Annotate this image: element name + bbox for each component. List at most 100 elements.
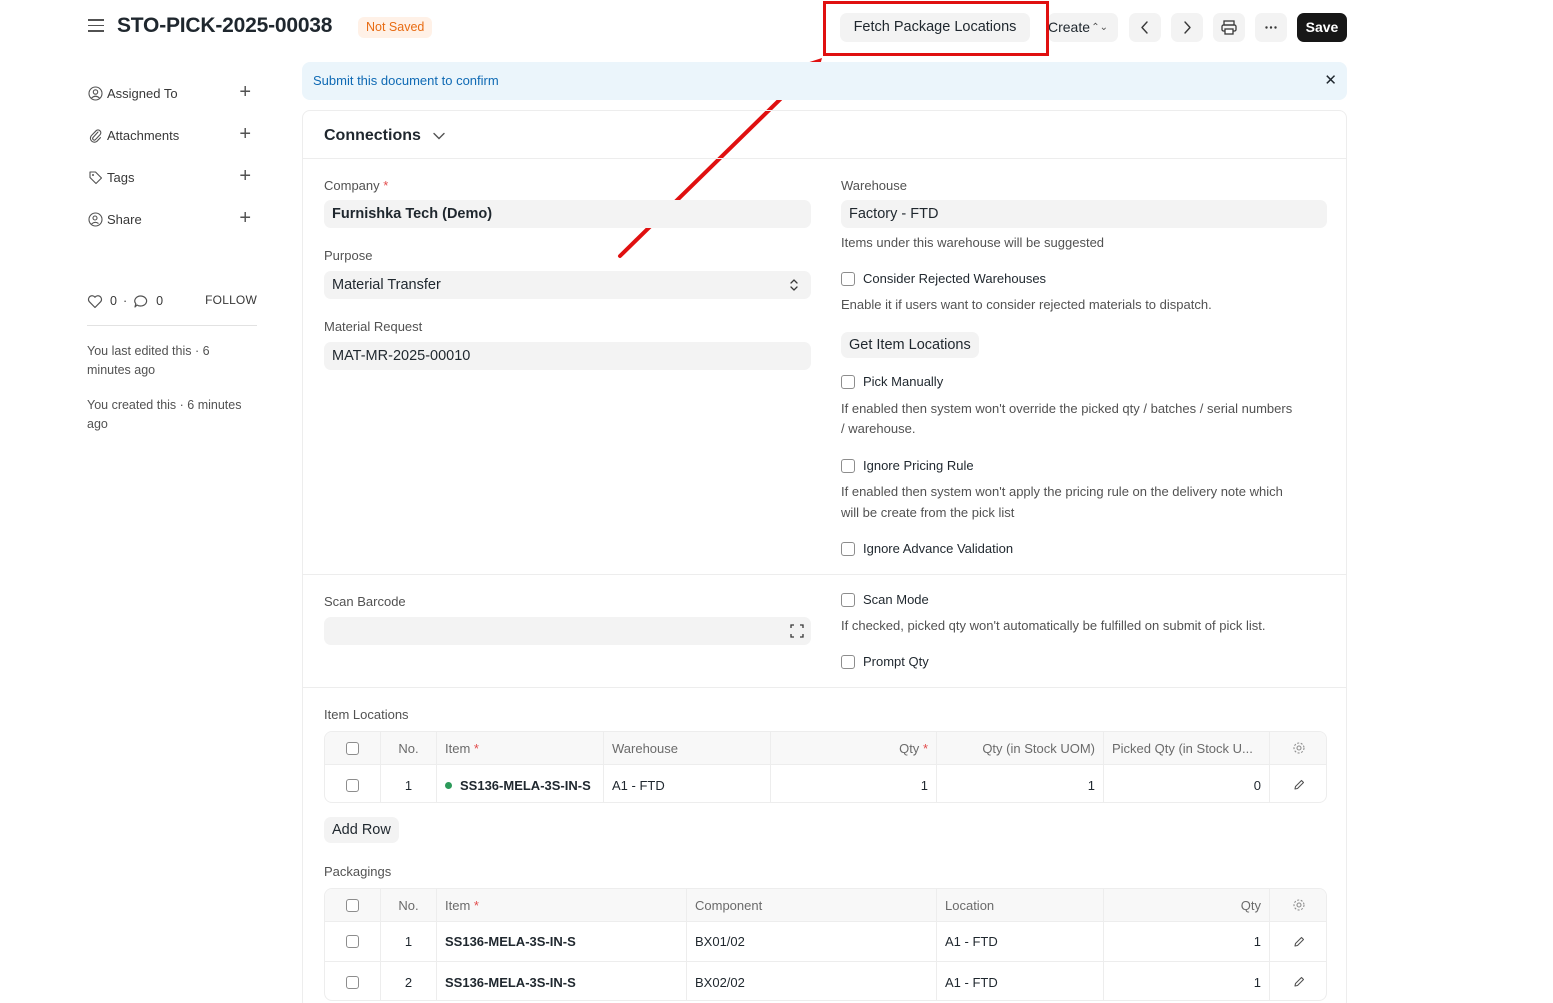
plus-icon[interactable]: + (239, 208, 251, 228)
share-icon (87, 211, 103, 227)
pick-manually-description-line-2: / warehouse. (841, 421, 916, 436)
row-qty[interactable]: 1 (771, 765, 937, 802)
paperclip-icon (87, 127, 103, 143)
row-select-cell[interactable] (325, 962, 381, 1000)
row-qty[interactable]: 1 (1104, 962, 1270, 1000)
table-row[interactable]: 2 SS136-MELA-3S-IN-S BX02/02 A1 - FTD 1 (325, 962, 1326, 1000)
purpose-label: Purpose (324, 248, 373, 263)
row-component[interactable]: BX02/02 (687, 962, 937, 1000)
get-item-locations-button[interactable]: Get Item Locations (841, 332, 979, 358)
warehouse-description: Items under this warehouse will be sugge… (841, 235, 1105, 250)
sidebar-item-attachments[interactable]: Attachments + (87, 114, 259, 156)
checkbox[interactable] (346, 741, 359, 755)
chevron-left-icon (1141, 21, 1148, 34)
gear-icon[interactable] (1270, 732, 1326, 764)
pick-manually-checkbox[interactable]: Pick Manually (841, 374, 943, 389)
checkbox[interactable] (346, 778, 359, 792)
checkbox[interactable] (346, 975, 359, 989)
company-field[interactable]: Furnishka Tech (Demo) (324, 200, 811, 228)
checkbox[interactable] (841, 654, 855, 669)
row-item[interactable]: SS136-MELA-3S-IN-S (437, 922, 687, 961)
sidebar-item-label: Tags (107, 169, 135, 185)
sidebar-item-tags[interactable]: Tags + (87, 156, 259, 198)
row-picked-qty[interactable]: 0 (1104, 765, 1270, 802)
section-divider (303, 574, 1346, 575)
add-row-button[interactable]: Add Row (324, 817, 399, 843)
checkbox[interactable] (841, 374, 855, 389)
checkbox-label: Ignore Advance Validation (863, 541, 1014, 556)
activity-created: You created this · 6 minutes ago (87, 398, 242, 431)
row-component[interactable]: BX01/02 (687, 922, 937, 961)
checkbox[interactable] (346, 898, 359, 912)
menu-icon[interactable] (88, 19, 104, 33)
consider-rejected-checkbox[interactable]: Consider Rejected Warehouses (841, 271, 1046, 286)
gear-icon[interactable] (1270, 889, 1326, 921)
row-select-cell[interactable] (325, 922, 381, 961)
consider-rejected-description: Enable it if users want to consider reje… (841, 297, 1212, 312)
prompt-qty-checkbox[interactable]: Prompt Qty (841, 654, 929, 669)
checkbox-label: Scan Mode (863, 592, 929, 607)
row-location[interactable]: A1 - FTD (937, 962, 1104, 1000)
packagings-table: No. Item * Component Location Qty 1 SS13… (324, 888, 1327, 1001)
table-row[interactable]: 1 SS136-MELA-3S-IN-S BX01/02 A1 - FTD 1 (325, 922, 1326, 962)
plus-icon[interactable]: + (239, 82, 251, 102)
checkbox-label: Prompt Qty (863, 654, 929, 669)
material-request-label: Material Request (324, 319, 423, 334)
sidebar-item-share[interactable]: Share + (87, 198, 259, 240)
select-all-cell[interactable] (325, 732, 381, 764)
row-no: 1 (381, 765, 437, 802)
row-warehouse[interactable]: A1 - FTD (604, 765, 771, 802)
like-count: 0 (110, 294, 117, 308)
row-select-cell[interactable] (325, 765, 381, 802)
material-request-field[interactable]: MAT-MR-2025-00010 (324, 342, 811, 370)
checkbox[interactable] (841, 592, 855, 607)
edit-icon[interactable] (1270, 765, 1326, 802)
checkbox[interactable] (841, 271, 855, 286)
sidebar-divider (87, 325, 257, 326)
column-header-stock-qty: Qty (in Stock UOM) (937, 732, 1104, 764)
scan-barcode-input[interactable] (324, 617, 811, 645)
scan-icon[interactable] (789, 617, 805, 655)
table-row[interactable]: 1 SS136-MELA-3S-IN-S A1 - FTD 1 1 0 (325, 765, 1326, 802)
row-location[interactable]: A1 - FTD (937, 922, 1104, 961)
checkbox[interactable] (841, 541, 855, 556)
packagings-title: Packagings (324, 864, 392, 879)
edit-icon[interactable] (1270, 922, 1326, 961)
create-dropdown-button[interactable]: Create ⌃⌄ (1048, 13, 1118, 42)
plus-icon[interactable]: + (239, 166, 251, 186)
chevron-updown-icon (789, 271, 799, 309)
ignore-pricing-rule-checkbox[interactable]: Ignore Pricing Rule (841, 458, 974, 473)
checkbox[interactable] (346, 935, 359, 948)
heart-icon[interactable] (87, 294, 103, 309)
row-item[interactable]: SS136-MELA-3S-IN-S (437, 765, 604, 802)
warehouse-field[interactable]: Factory - FTD (841, 200, 1327, 228)
checkbox[interactable] (841, 458, 855, 473)
checkbox-label: Ignore Pricing Rule (863, 458, 974, 473)
comment-icon[interactable] (133, 294, 149, 309)
select-all-cell[interactable] (325, 889, 381, 921)
purpose-select[interactable]: Material Transfer (324, 271, 811, 299)
scan-mode-checkbox[interactable]: Scan Mode (841, 592, 929, 607)
connections-toggle[interactable]: Connections (324, 127, 446, 145)
follow-button[interactable]: FOLLOW (205, 293, 257, 307)
page-title: STO-PICK-2025-00038 (117, 14, 333, 37)
sidebar-item-assigned-to[interactable]: Assigned To + (87, 72, 259, 114)
row-no: 1 (381, 922, 437, 961)
checkbox-label: Pick Manually (863, 374, 944, 389)
save-button[interactable]: Save (1297, 13, 1347, 42)
status-dot (445, 781, 452, 789)
row-item[interactable]: SS136-MELA-3S-IN-S (437, 962, 687, 1000)
previous-document-button[interactable] (1129, 13, 1161, 42)
form-card: Connections Company * Furnishka Tech (De… (302, 110, 1347, 1003)
close-icon[interactable]: ✕ (1324, 62, 1337, 100)
chevron-down-icon (433, 129, 446, 143)
ignore-advance-validation-checkbox[interactable]: Ignore Advance Validation (841, 541, 1013, 556)
row-stock-qty[interactable]: 1 (937, 765, 1104, 802)
row-qty[interactable]: 1 (1104, 922, 1270, 961)
next-document-button[interactable] (1171, 13, 1203, 42)
edit-icon[interactable] (1270, 962, 1326, 1000)
plus-icon[interactable]: + (239, 124, 251, 144)
more-options-button[interactable] (1255, 13, 1287, 42)
scan-barcode-label: Scan Barcode (324, 594, 406, 609)
print-button[interactable] (1213, 13, 1245, 42)
